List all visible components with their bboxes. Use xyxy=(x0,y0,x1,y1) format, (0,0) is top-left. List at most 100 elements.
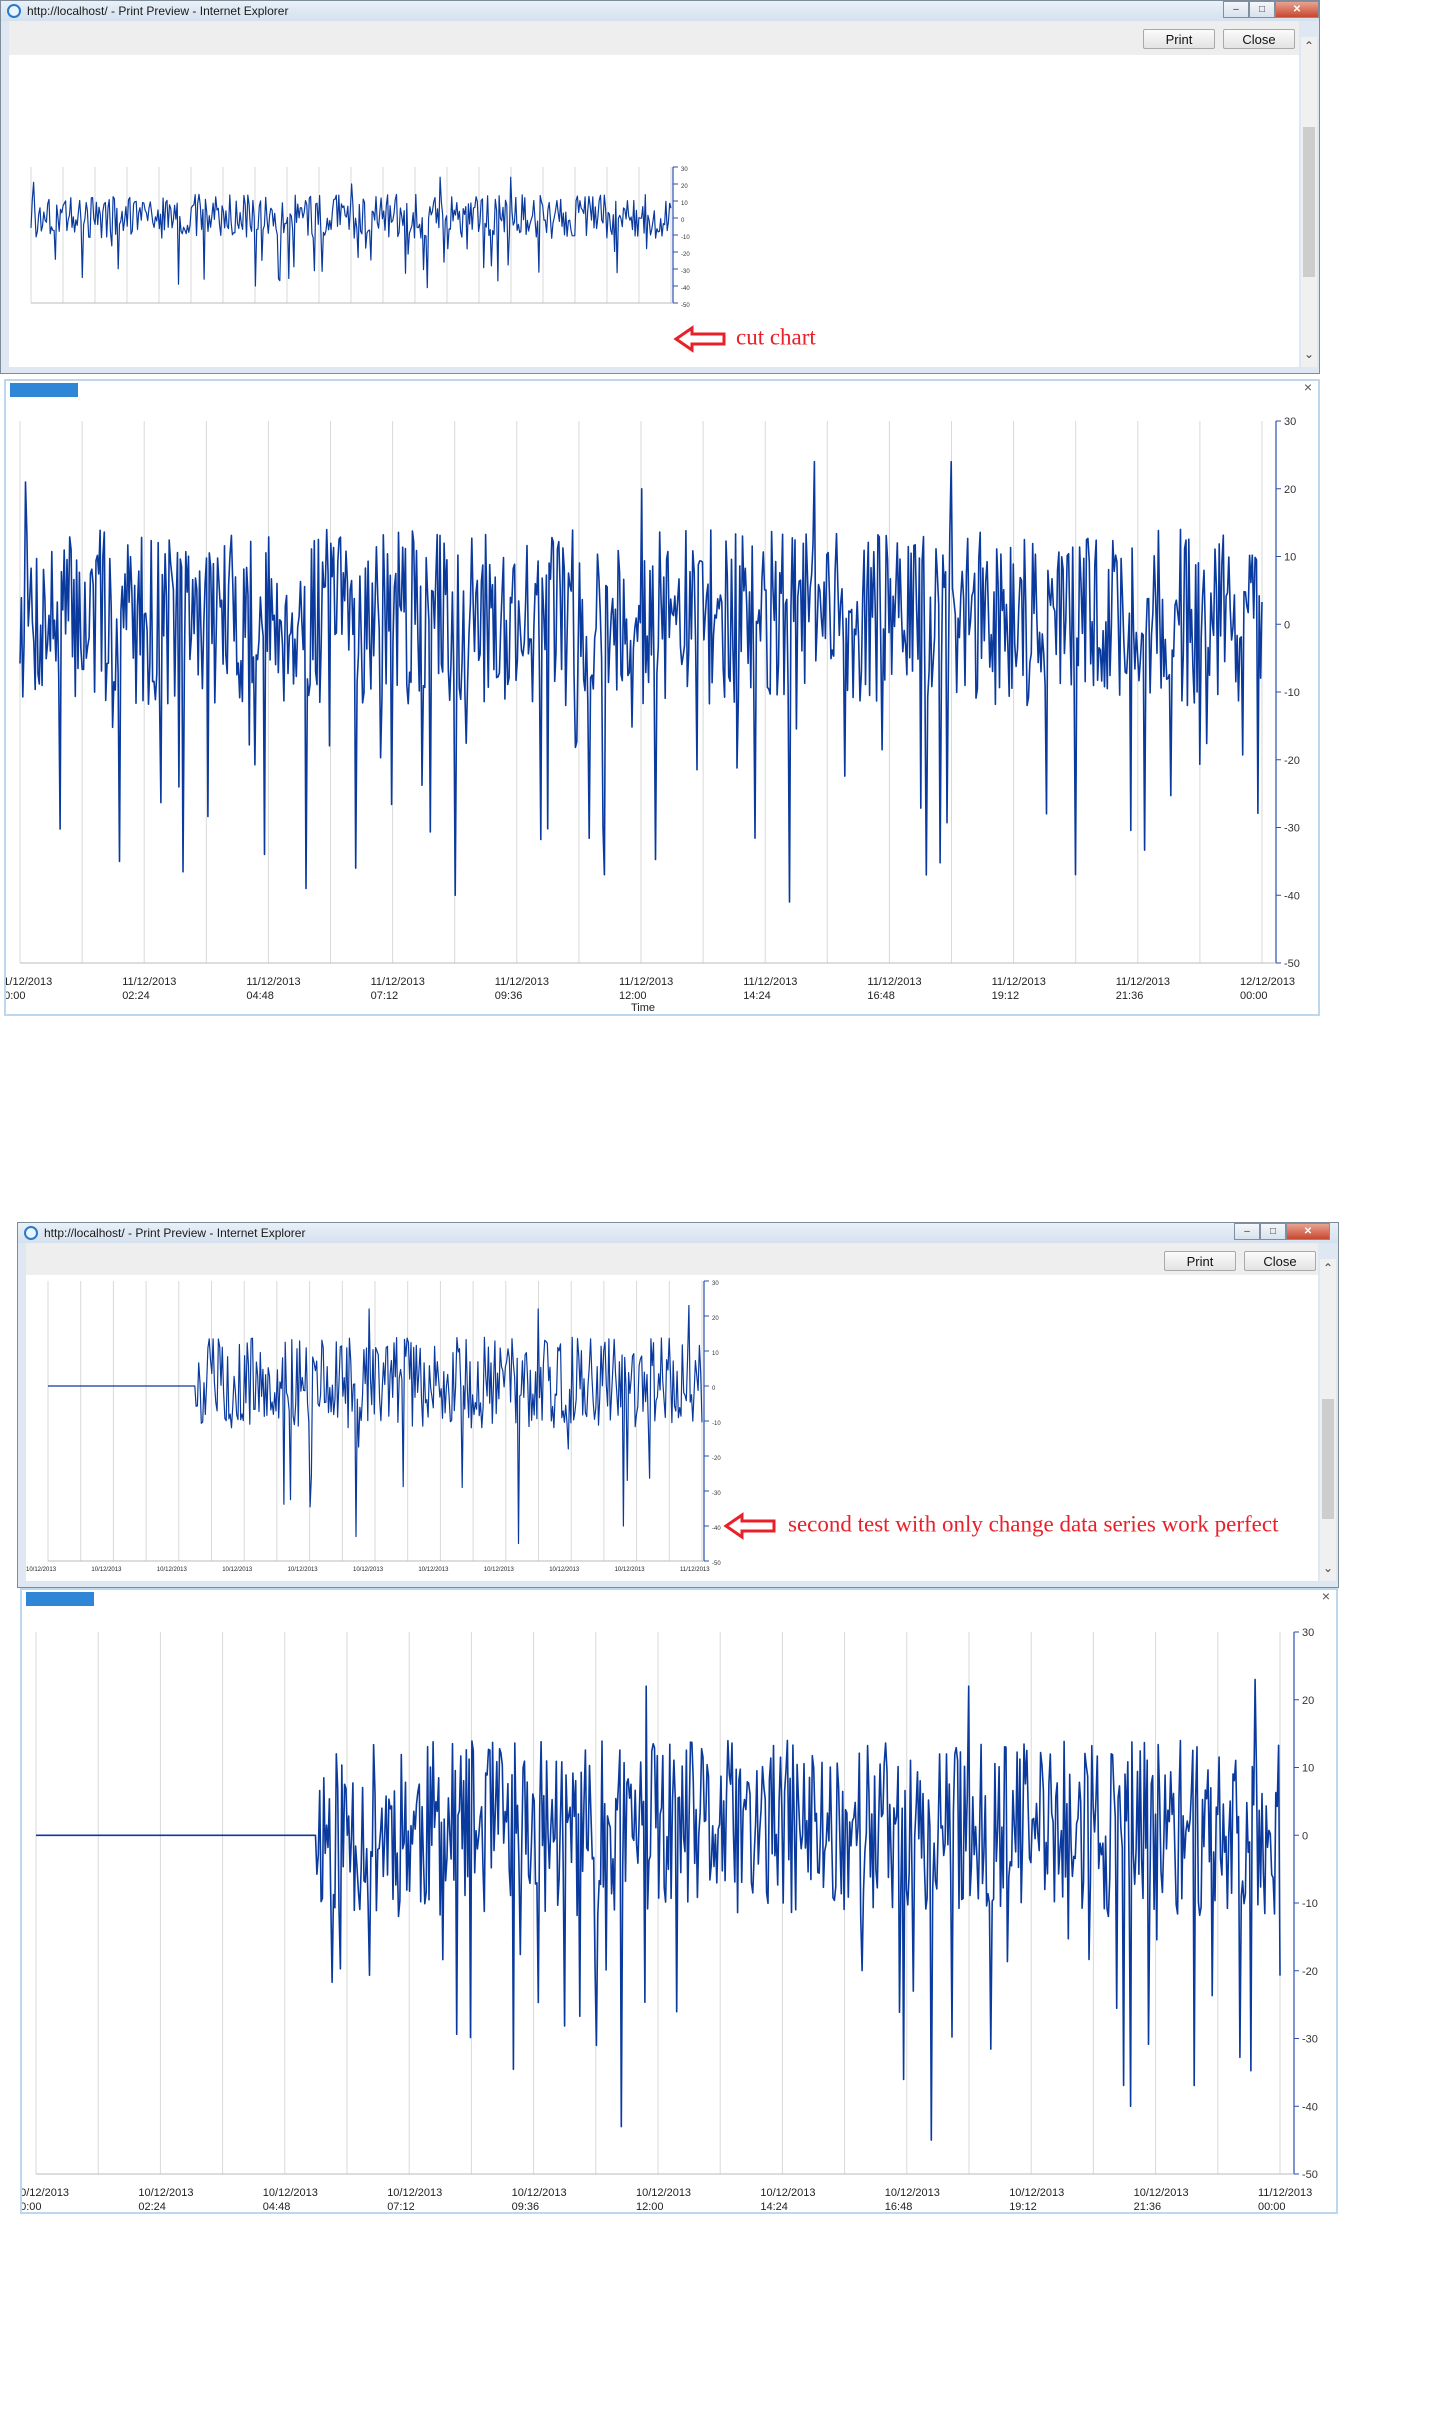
main-chart-2: 30 20 10 0 -10 -20 -30 -40 -50 10/12/2013 00:00 10/… xyxy=(22,1627,1318,2212)
y-tick-label: -40 xyxy=(712,1526,721,1532)
x-tick-label: 10/12/2013 xyxy=(157,1567,188,1573)
maximize-icon[interactable]: □ xyxy=(1249,1,1275,18)
x-tick-label: 21:36 xyxy=(1116,990,1144,1002)
x-tick-label: 14:24 xyxy=(760,2201,788,2212)
x-tick-label: 07:12 xyxy=(371,990,399,1002)
x-tick-label: 12:00 xyxy=(636,2201,664,2212)
x-tick-label: 10/12/2013 xyxy=(484,1567,515,1573)
x-tick-label: 07:12 xyxy=(387,2201,415,2212)
y-tick-label: 20 xyxy=(712,1316,719,1322)
x-tick-label: 14:24 xyxy=(743,990,771,1002)
x-tick-label: 10/12/2013 xyxy=(26,1567,57,1573)
x-tick-label: 12/12/2013 xyxy=(1240,976,1295,988)
x-tick-label: 10/12/2013 xyxy=(222,1567,253,1573)
y-tick-label: 0 xyxy=(1302,1830,1308,1842)
window-titlebar: http://localhost/ - Print Preview - Inte… xyxy=(18,1223,1338,1243)
chart-panel-1: × 3020100-10-20-30-40-5011/12/201300:001… xyxy=(4,379,1320,1016)
mini-chart-preview: 30 20 10 0 -10 -20 -30 -40 -50 xyxy=(30,166,690,309)
x-tick-label: 16:48 xyxy=(885,2201,913,2212)
x-tick-label: 11/12/2013 xyxy=(743,976,797,988)
annotation-text: second test with only change data series… xyxy=(788,1511,1279,1537)
vertical-scrollbar[interactable]: ⌃ ⌄ xyxy=(1320,1259,1336,1581)
x-tick-label: 16:48 xyxy=(867,990,895,1002)
close-window-icon[interactable]: ✕ xyxy=(1286,1223,1330,1240)
x-tick-label: 11/12/2013 xyxy=(495,976,549,988)
y-tick-label: 20 xyxy=(681,184,688,190)
scroll-thumb[interactable] xyxy=(1303,127,1315,277)
close-button[interactable]: Close xyxy=(1244,1251,1316,1271)
y-tick-label: 20 xyxy=(1302,1695,1314,1707)
x-tick-label: 19:12 xyxy=(1009,2201,1037,2212)
scroll-thumb[interactable] xyxy=(1322,1399,1334,1519)
scroll-down-icon[interactable]: ⌄ xyxy=(1301,347,1317,361)
y-tick-label: 30 xyxy=(681,167,688,173)
y-tick-label: -50 xyxy=(1302,2169,1318,2181)
minimize-icon[interactable]: – xyxy=(1223,1,1249,18)
window-titlebar: http://localhost/ - Print Preview - Inte… xyxy=(1,1,1319,21)
left-arrow-icon xyxy=(673,325,726,353)
y-tick-label: -30 xyxy=(712,1491,721,1497)
annotation-text: cut chart xyxy=(736,324,816,350)
window-title: http://localhost/ - Print Preview - Inte… xyxy=(44,1226,306,1240)
y-tick-label: -50 xyxy=(712,1561,721,1567)
print-button[interactable]: Print xyxy=(1143,29,1215,49)
y-tick-label: 10 xyxy=(681,201,688,207)
x-tick-label: 10/12/2013 xyxy=(387,2187,442,2199)
y-tick-label: 30 xyxy=(1302,1627,1314,1639)
y-tick-label: -10 xyxy=(1284,687,1300,699)
x-tick-label: 04:48 xyxy=(246,990,274,1002)
y-tick-label: -50 xyxy=(681,303,690,309)
minimize-icon[interactable]: – xyxy=(1234,1223,1260,1240)
window-title: http://localhost/ - Print Preview - Inte… xyxy=(27,4,289,18)
chart-panel-2: × 3020100-10-20-30-40-5010/12/201300:001… xyxy=(20,1588,1338,2214)
y-tick-label: 30 xyxy=(712,1281,719,1287)
scroll-down-icon[interactable]: ⌄ xyxy=(1320,1561,1336,1575)
close-window-icon[interactable]: ✕ xyxy=(1275,1,1319,18)
x-tick-label: 10/12/2013 xyxy=(263,2187,318,2199)
y-tick-label: -30 xyxy=(1302,2034,1318,2046)
preview-toolbar: Print Close xyxy=(9,21,1299,55)
x-tick-label: 11/12/2013 xyxy=(371,976,425,988)
y-tick-label: -40 xyxy=(1302,2101,1318,2113)
x-tick-label: 19:12 xyxy=(992,990,1020,1002)
left-arrow-icon xyxy=(723,1512,776,1540)
y-tick-label: -10 xyxy=(1302,1898,1318,1910)
scroll-up-icon[interactable]: ⌃ xyxy=(1320,1261,1336,1275)
maximize-icon[interactable]: □ xyxy=(1260,1223,1286,1240)
x-tick-label: 10/12/2013 xyxy=(22,2187,69,2199)
y-tick-label: -30 xyxy=(681,269,690,275)
x-tick-label: 12:00 xyxy=(619,990,647,1002)
print-preview-window-1: http://localhost/ - Print Preview - Inte… xyxy=(0,0,1320,374)
x-tick-label: 11/12/2013 xyxy=(619,976,673,988)
x-tick-label: 10/12/2013 xyxy=(885,2187,940,2199)
internet-explorer-icon xyxy=(7,4,21,18)
y-tick-label: -10 xyxy=(681,235,690,241)
x-tick-label: 00:00 xyxy=(6,990,26,1002)
close-button[interactable]: Close xyxy=(1223,29,1295,49)
x-tick-label: 10/12/2013 xyxy=(288,1567,319,1573)
y-tick-label: 0 xyxy=(712,1386,716,1392)
x-tick-label: 10/12/2013 xyxy=(512,2187,567,2199)
y-tick-label: -20 xyxy=(1302,1966,1318,1978)
x-tick-label: 11/12/2013 xyxy=(122,976,176,988)
x-tick-label: 09:36 xyxy=(495,990,523,1002)
x-tick-label: 11/12/2013 xyxy=(867,976,921,988)
x-tick-label: 10/12/2013 xyxy=(1009,2187,1064,2199)
x-tick-label: 02:24 xyxy=(122,990,150,1002)
x-tick-label: 10/12/2013 xyxy=(353,1567,384,1573)
y-tick-label: -20 xyxy=(712,1456,721,1462)
print-button[interactable]: Print xyxy=(1164,1251,1236,1271)
y-tick-label: 30 xyxy=(1284,416,1296,428)
x-tick-label: 10/12/2013 xyxy=(91,1567,122,1573)
vertical-scrollbar[interactable]: ⌃ ⌄ xyxy=(1301,37,1317,367)
main-chart-1: 30 20 10 0 -10 -20 -30 -40 -50 11/12/2013 00:00 11/… xyxy=(6,416,1300,1014)
preview-toolbar: Print Close xyxy=(26,1243,1318,1275)
y-tick-label: 20 xyxy=(1284,484,1296,496)
y-tick-label: 10 xyxy=(1302,1763,1314,1775)
y-tick-label: 10 xyxy=(712,1351,719,1357)
x-tick-label: 11/12/2013 xyxy=(1258,2187,1312,2199)
x-tick-label: 11/12/2013 xyxy=(6,976,52,988)
x-tick-label: 11/12/2013 xyxy=(1116,976,1170,988)
scroll-up-icon[interactable]: ⌃ xyxy=(1301,39,1317,53)
y-tick-label: 0 xyxy=(681,218,685,224)
